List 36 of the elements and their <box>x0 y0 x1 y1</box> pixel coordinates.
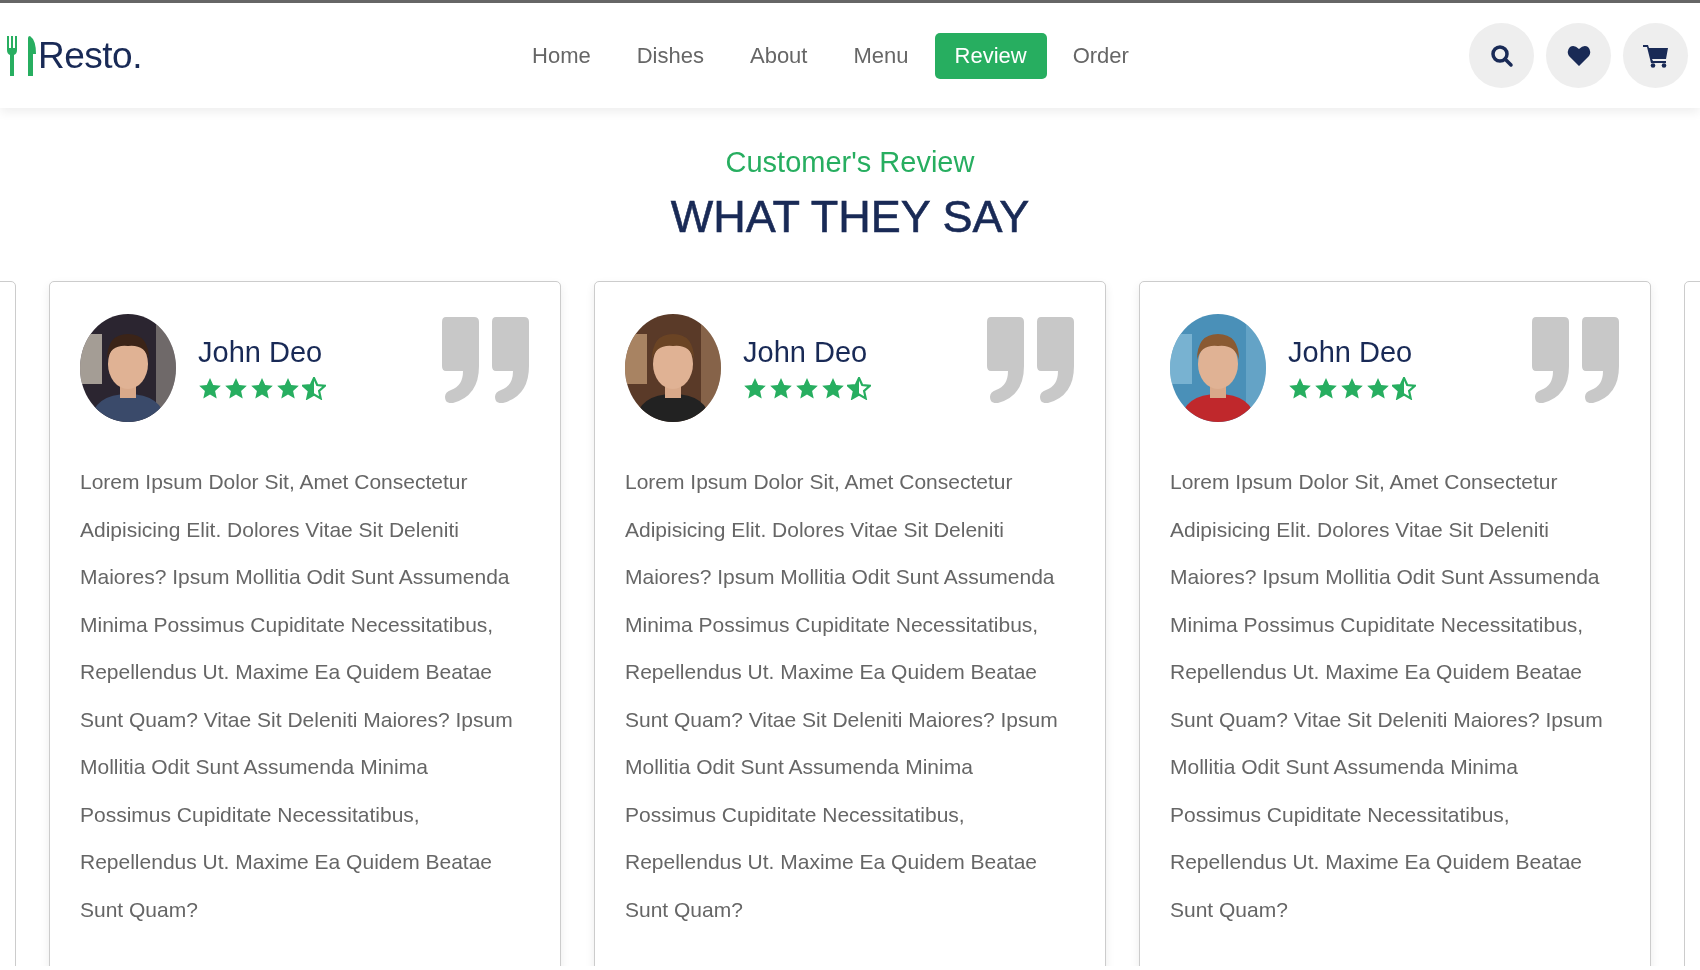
star-icon <box>1288 377 1312 400</box>
half-star-icon <box>1392 377 1416 400</box>
star-icon <box>1314 377 1338 400</box>
half-star-icon <box>847 377 871 400</box>
star-icon <box>250 377 274 400</box>
nav-link[interactable]: Order <box>1052 32 1149 79</box>
reviewer-name: John Deo <box>743 336 869 369</box>
search-icon <box>1489 43 1514 68</box>
quote-icon <box>1532 317 1620 403</box>
star-icon <box>198 377 222 400</box>
quote-icon <box>987 317 1075 403</box>
section-title: WHAT THEY SAY <box>669 191 1031 243</box>
nav-link[interactable]: Menu <box>833 32 929 79</box>
quote-icon <box>442 317 530 403</box>
star-icon <box>795 377 819 400</box>
star-icon <box>276 377 300 400</box>
star-icon <box>821 377 845 400</box>
logo-text[interactable]: Resto. <box>38 34 142 77</box>
reviewer-name: John Deo <box>198 336 324 369</box>
review-text: Lorem Ipsum Dolor Sit, Amet Consectetur Adipisicing Elit. Dolores Vitae Sit Deleniti Maiores? Ipsum Mollitia Odit Sunt Assumenda Minima Possimus Cupiditate Necessitatibus, Repellendus Ut. Maxime Ea Quidem Beatae Sunt Quam? Vitae Sit Deleniti Maiores? Ipsum Mollitia Odit Sunt Assumenda Minima Possimus Cupiditate Necessitatibus, Repellendus Ut. Maxime Ea Quidem Beatae Sunt Quam? <box>625 469 1059 923</box>
nav-link[interactable]: Dishes <box>616 32 724 79</box>
star-icon <box>1366 377 1390 400</box>
star-icon <box>224 377 248 400</box>
star-icon <box>769 377 793 400</box>
cart-icon <box>1642 43 1669 68</box>
section-subtitle: Customer's Review <box>725 146 975 179</box>
nav-link[interactable]: Home <box>512 32 611 79</box>
review-text: Lorem Ipsum Dolor Sit, Amet Consectetur Adipisicing Elit. Dolores Vitae Sit Deleniti Maiores? Ipsum Mollitia Odit Sunt Assumenda Minima Possimus Cupiditate Necessitatibus, Repellendus Ut. Maxime Ea Quidem Beatae Sunt Quam? Vitae Sit Deleniti Maiores? Ipsum Mollitia Odit Sunt Assumenda Minima Possimus Cupiditate Necessitatibus, Repellendus Ut. Maxime Ea Quidem Beatae Sunt Quam? <box>80 469 514 923</box>
fork-knife-icon <box>6 33 36 78</box>
reviewer-name: John Deo <box>1288 336 1414 369</box>
half-star-icon <box>302 377 326 400</box>
nav-link[interactable]: About <box>729 32 828 79</box>
review-text: Lorem Ipsum Dolor Sit, Amet Consectetur Adipisicing Elit. Dolores Vitae Sit Deleniti Maiores? Ipsum Mollitia Odit Sunt Assumenda Minima Possimus Cupiditate Necessitatibus, Repellendus Ut. Maxime Ea Quidem Beatae Sunt Quam? Vitae Sit Deleniti Maiores? Ipsum Mollitia Odit Sunt Assumenda Minima Possimus Cupiditate Necessitatibus, Repellendus Ut. Maxime Ea Quidem Beatae Sunt Quam? <box>1170 469 1604 923</box>
star-icon <box>1340 377 1364 400</box>
star-icon <box>743 377 767 400</box>
heart-icon <box>1566 44 1591 67</box>
